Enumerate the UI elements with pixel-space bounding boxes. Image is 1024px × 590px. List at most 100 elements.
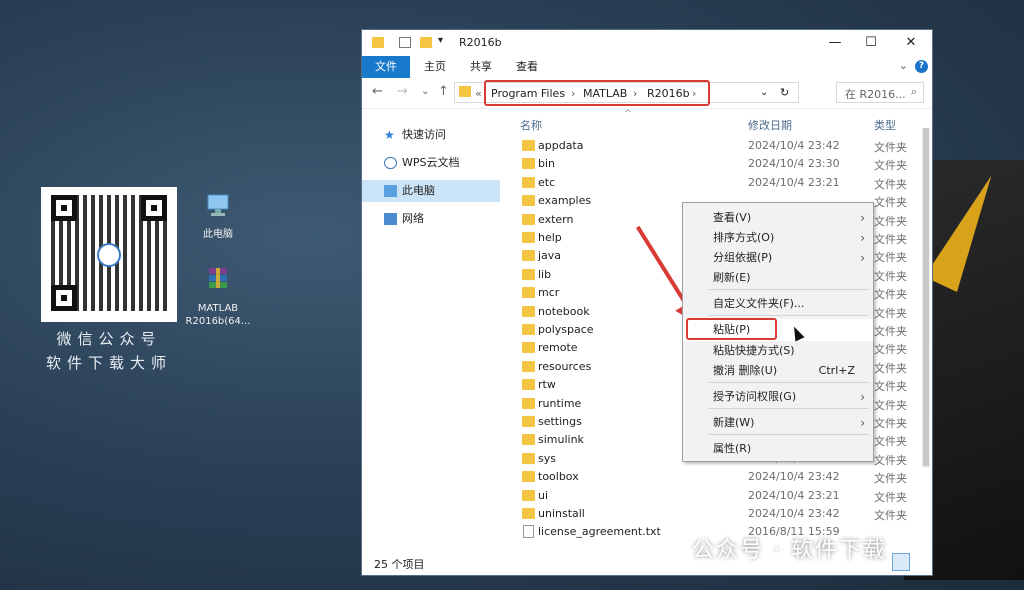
- context-menu-item[interactable]: 撤消 删除(U) Ctrl+Z: [683, 360, 873, 382]
- context-menu-item[interactable]: 新建(W) ›: [683, 412, 873, 434]
- file-type: 文件夹: [874, 380, 907, 394]
- star-icon: ★: [384, 128, 395, 142]
- file-date: 2024/10/4 23:30: [748, 157, 840, 171]
- context-menu-item[interactable]: 排序方式(O) ›: [683, 227, 873, 249]
- wechat-logo-icon: [652, 537, 682, 559]
- context-menu-item[interactable]: 属性(R): [683, 438, 873, 460]
- breadcrumb-overflow[interactable]: «: [475, 87, 482, 100]
- file-type: 文件夹: [874, 453, 907, 467]
- new-folder-quick-icon[interactable]: [420, 37, 432, 48]
- file-type: 文件夹: [874, 325, 907, 338]
- context-menu-label: 新建(W): [713, 416, 755, 429]
- file-name: examples: [538, 194, 592, 208]
- sidebar-item-quick-access[interactable]: ★ 快速访问: [362, 124, 500, 146]
- folder-icon: [522, 360, 535, 372]
- file-list-row[interactable]: etc 2024/10/4 23:21 文件夹: [506, 174, 930, 192]
- column-header-type[interactable]: 类型: [874, 117, 896, 133]
- file-date: 2024/10/4 23:42: [748, 470, 840, 484]
- folder-icon: [522, 213, 535, 225]
- refresh-icon[interactable]: ↻: [780, 86, 789, 99]
- file-name: license_agreement.txt: [538, 525, 661, 539]
- sidebar-item-network[interactable]: 网络: [362, 208, 500, 230]
- desktop-icon-this-pc[interactable]: 此电脑: [183, 192, 253, 241]
- tab-file[interactable]: 文件: [362, 56, 410, 78]
- file-list-row[interactable]: bin 2024/10/4 23:30 文件夹: [506, 155, 930, 173]
- sidebar-item-label: 此电脑: [402, 184, 435, 197]
- address-dropdown-icon[interactable]: ⌄: [760, 87, 768, 98]
- file-name: java: [538, 249, 562, 263]
- tab-home[interactable]: 主页: [424, 56, 446, 78]
- context-menu-label: 刷新(E): [713, 271, 751, 284]
- context-menu-shortcut: Ctrl+Z: [818, 364, 855, 377]
- file-type: 文件夹: [874, 177, 907, 191]
- submenu-arrow-icon: ›: [860, 416, 865, 430]
- quick-access-dropdown-icon[interactable]: ▾: [438, 35, 443, 46]
- desktop-icon-matlab-archive[interactable]: MATLAB R2016b(64...: [183, 266, 253, 328]
- file-name: extern: [538, 212, 574, 226]
- folder-icon: [522, 140, 535, 151]
- folder-icon: [522, 379, 535, 391]
- folder-icon: [522, 434, 535, 446]
- file-list-row[interactable]: appdata 2024/10/4 23:42 文件夹: [506, 137, 930, 155]
- item-count: 25 个项目: [374, 558, 425, 571]
- folder-icon: [522, 342, 535, 354]
- forward-button[interactable]: →: [397, 84, 408, 99]
- context-menu-item[interactable]: 授予访问权限(G) ›: [683, 386, 873, 408]
- file-name: mcr: [538, 286, 560, 300]
- minimize-button[interactable]: —: [820, 33, 850, 53]
- file-list-row[interactable]: uninstall 2024/10/4 23:42 文件夹: [506, 505, 930, 523]
- close-button[interactable]: ✕: [896, 33, 926, 53]
- maximize-button[interactable]: ☐: [856, 33, 886, 53]
- back-button[interactable]: ←: [372, 84, 383, 99]
- sidebar-item-this-pc[interactable]: 此电脑: [362, 180, 500, 202]
- paste-highlight-annotation: [686, 318, 777, 340]
- help-icon[interactable]: ?: [915, 60, 928, 73]
- watermark-text: 公众号 · 软件下载: [692, 538, 887, 563]
- file-list-row[interactable]: ui 2024/10/4 23:21 文件夹: [506, 487, 930, 505]
- file-type: 文件夹: [874, 306, 907, 320]
- scrollbar-thumb[interactable]: [923, 128, 929, 466]
- sidebar-item-label: 快速访问: [402, 128, 446, 141]
- folder-icon: [522, 305, 535, 317]
- file-name: simulink: [538, 433, 584, 447]
- column-header-name[interactable]: 名称: [520, 117, 542, 133]
- search-placeholder: 在 R2016...: [845, 88, 906, 101]
- folder-icon: [522, 452, 535, 464]
- context-menu-item[interactable]: 自定义文件夹(F)...: [683, 293, 873, 315]
- folder-icon: [522, 416, 535, 427]
- tab-view[interactable]: 查看: [516, 56, 538, 78]
- context-menu-label: 查看(V): [713, 211, 752, 224]
- sidebar-item-label: 网络: [402, 212, 424, 225]
- context-menu-item[interactable]: 查看(V) ›: [683, 207, 873, 229]
- file-name: notebook: [538, 304, 590, 318]
- folder-icon: [522, 324, 535, 335]
- submenu-arrow-icon: ›: [860, 390, 865, 404]
- file-type: 文件夹: [874, 343, 907, 357]
- file-list-row[interactable]: toolbox 2024/10/4 23:42 文件夹: [506, 468, 930, 486]
- properties-quick-icon[interactable]: [399, 37, 411, 48]
- sidebar-item-wps-cloud[interactable]: WPS云文档: [362, 152, 500, 174]
- vertical-scrollbar[interactable]: [922, 128, 930, 468]
- file-type: 文件夹: [874, 214, 907, 228]
- search-icon: ⌕: [910, 85, 917, 98]
- context-menu-item[interactable]: 刷新(E): [683, 267, 873, 289]
- context-menu-item[interactable]: 分组依据(P) ›: [683, 247, 873, 269]
- address-highlight-annotation: [484, 80, 710, 106]
- desktop-icon-label-line2: R2016b(64...: [185, 316, 251, 327]
- recent-locations-button[interactable]: ⌄: [421, 86, 429, 97]
- qr-finder-bottom-left: [51, 285, 77, 311]
- column-header-date[interactable]: 修改日期: [748, 117, 792, 133]
- ribbon-expand-icon[interactable]: ⌄: [899, 59, 908, 72]
- file-date: 2024/10/4 23:42: [748, 507, 840, 520]
- file-name: ui: [538, 488, 549, 502]
- qr-logo-icon: [97, 243, 121, 267]
- context-menu-item[interactable]: 粘贴快捷方式(S): [683, 340, 873, 362]
- file-name: help: [538, 231, 562, 244]
- tab-share[interactable]: 共享: [470, 56, 492, 78]
- context-menu-separator: [709, 382, 869, 383]
- file-name: settings: [538, 415, 582, 428]
- search-input[interactable]: 在 R2016... ⌕: [836, 82, 924, 103]
- up-button[interactable]: ↑: [438, 84, 449, 99]
- details-view-button[interactable]: [892, 553, 910, 571]
- file-name: resources: [538, 359, 592, 373]
